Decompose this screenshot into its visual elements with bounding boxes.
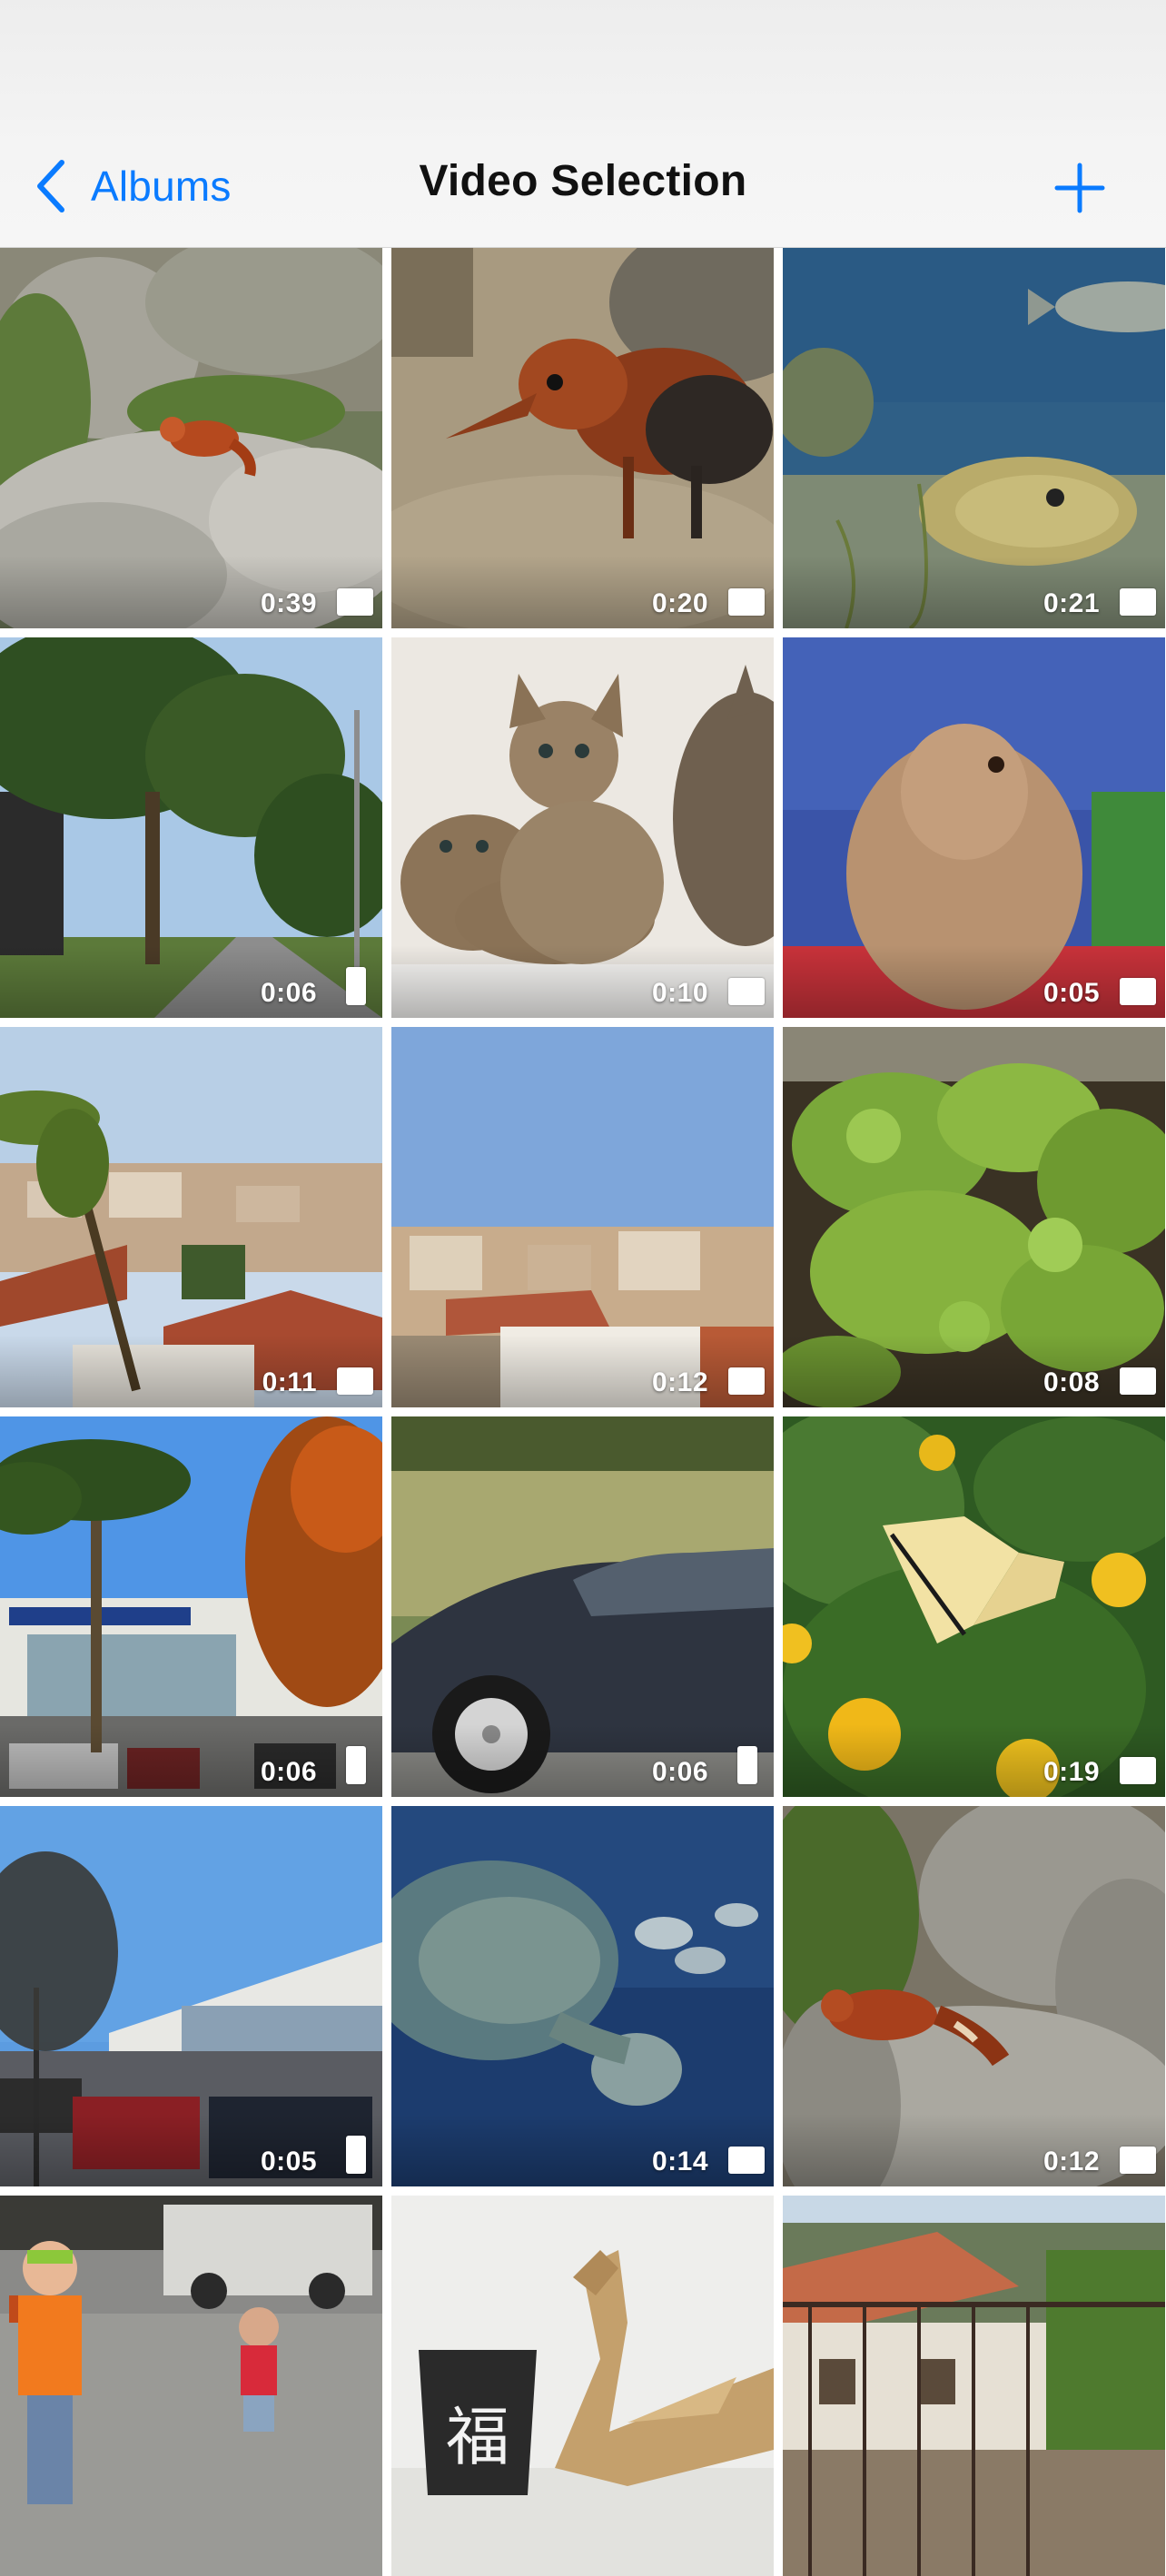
video-thumbnail[interactable]: 0:08 <box>783 1027 1165 1407</box>
video-thumbnail[interactable]: 0:14 <box>391 1806 774 2186</box>
video-camera-icon <box>1120 2147 1156 2174</box>
video-thumbnail[interactable]: 0:06 <box>391 1416 774 1797</box>
video-camera-icon <box>337 588 373 616</box>
video-grid: 0:39 0:20 0:21 0:06 0:10 0:05 0:11 0:12 … <box>0 248 1166 2576</box>
page-title: Video Selection <box>419 157 747 205</box>
video-duration: 0:06 <box>260 978 317 1008</box>
video-camera-icon <box>728 978 765 1005</box>
video-thumbnail[interactable]: 0:12 <box>391 1027 774 1407</box>
video-thumbnail[interactable] <box>783 2196 1165 2576</box>
video-thumbnail[interactable]: 0:06 <box>0 637 382 1018</box>
video-camera-icon <box>1120 1757 1156 1784</box>
video-duration: 0:08 <box>1042 1367 1100 1397</box>
video-duration: 0:39 <box>260 588 317 618</box>
video-thumbnail[interactable]: 0:39 <box>0 248 382 628</box>
video-thumbnail[interactable]: 0:11 <box>0 1027 382 1407</box>
navigation-bar: Albums Video Selection <box>0 0 1166 248</box>
video-duration: 0:19 <box>1042 1757 1100 1787</box>
video-duration: 0:10 <box>651 978 708 1008</box>
video-camera-icon <box>346 1746 366 1784</box>
video-camera-icon <box>337 1367 373 1395</box>
video-duration: 0:06 <box>651 1757 708 1787</box>
video-camera-icon <box>728 588 765 616</box>
svg-text:福: 福 <box>446 2400 509 2474</box>
video-duration: 0:14 <box>651 2147 708 2176</box>
video-camera-icon <box>1120 978 1156 1005</box>
video-thumbnail[interactable]: 0:05 <box>0 1806 382 2186</box>
video-camera-icon <box>737 1746 757 1784</box>
video-thumbnail[interactable]: 0:05 <box>783 637 1165 1018</box>
video-camera-icon <box>728 2147 765 2174</box>
plus-icon <box>1054 163 1105 213</box>
video-thumbnail[interactable]: 0:19 <box>783 1416 1165 1797</box>
video-thumbnail[interactable] <box>0 2196 382 2576</box>
video-duration: 0:05 <box>1042 978 1100 1008</box>
add-button[interactable] <box>1052 160 1108 216</box>
video-duration: 0:11 <box>262 1367 317 1397</box>
video-camera-icon <box>346 967 366 1005</box>
video-camera-icon <box>1120 1367 1156 1395</box>
video-duration: 0:05 <box>260 2147 317 2176</box>
video-thumbnail[interactable]: 0:12 <box>783 1806 1165 2186</box>
video-thumbnail[interactable]: 0:06 <box>0 1416 382 1797</box>
video-duration: 0:12 <box>1042 2147 1100 2176</box>
video-thumbnail[interactable]: 福 <box>391 2196 774 2576</box>
video-thumbnail[interactable]: 0:10 <box>391 637 774 1018</box>
video-duration: 0:12 <box>651 1367 708 1397</box>
video-camera-icon <box>728 1367 765 1395</box>
video-thumbnail[interactable]: 0:20 <box>391 248 774 628</box>
video-duration: 0:20 <box>651 588 708 618</box>
video-duration: 0:21 <box>1042 588 1100 618</box>
video-camera-icon <box>346 2136 366 2174</box>
video-camera-icon <box>1120 588 1156 616</box>
video-duration: 0:06 <box>260 1757 317 1787</box>
video-thumbnail[interactable]: 0:21 <box>783 248 1165 628</box>
